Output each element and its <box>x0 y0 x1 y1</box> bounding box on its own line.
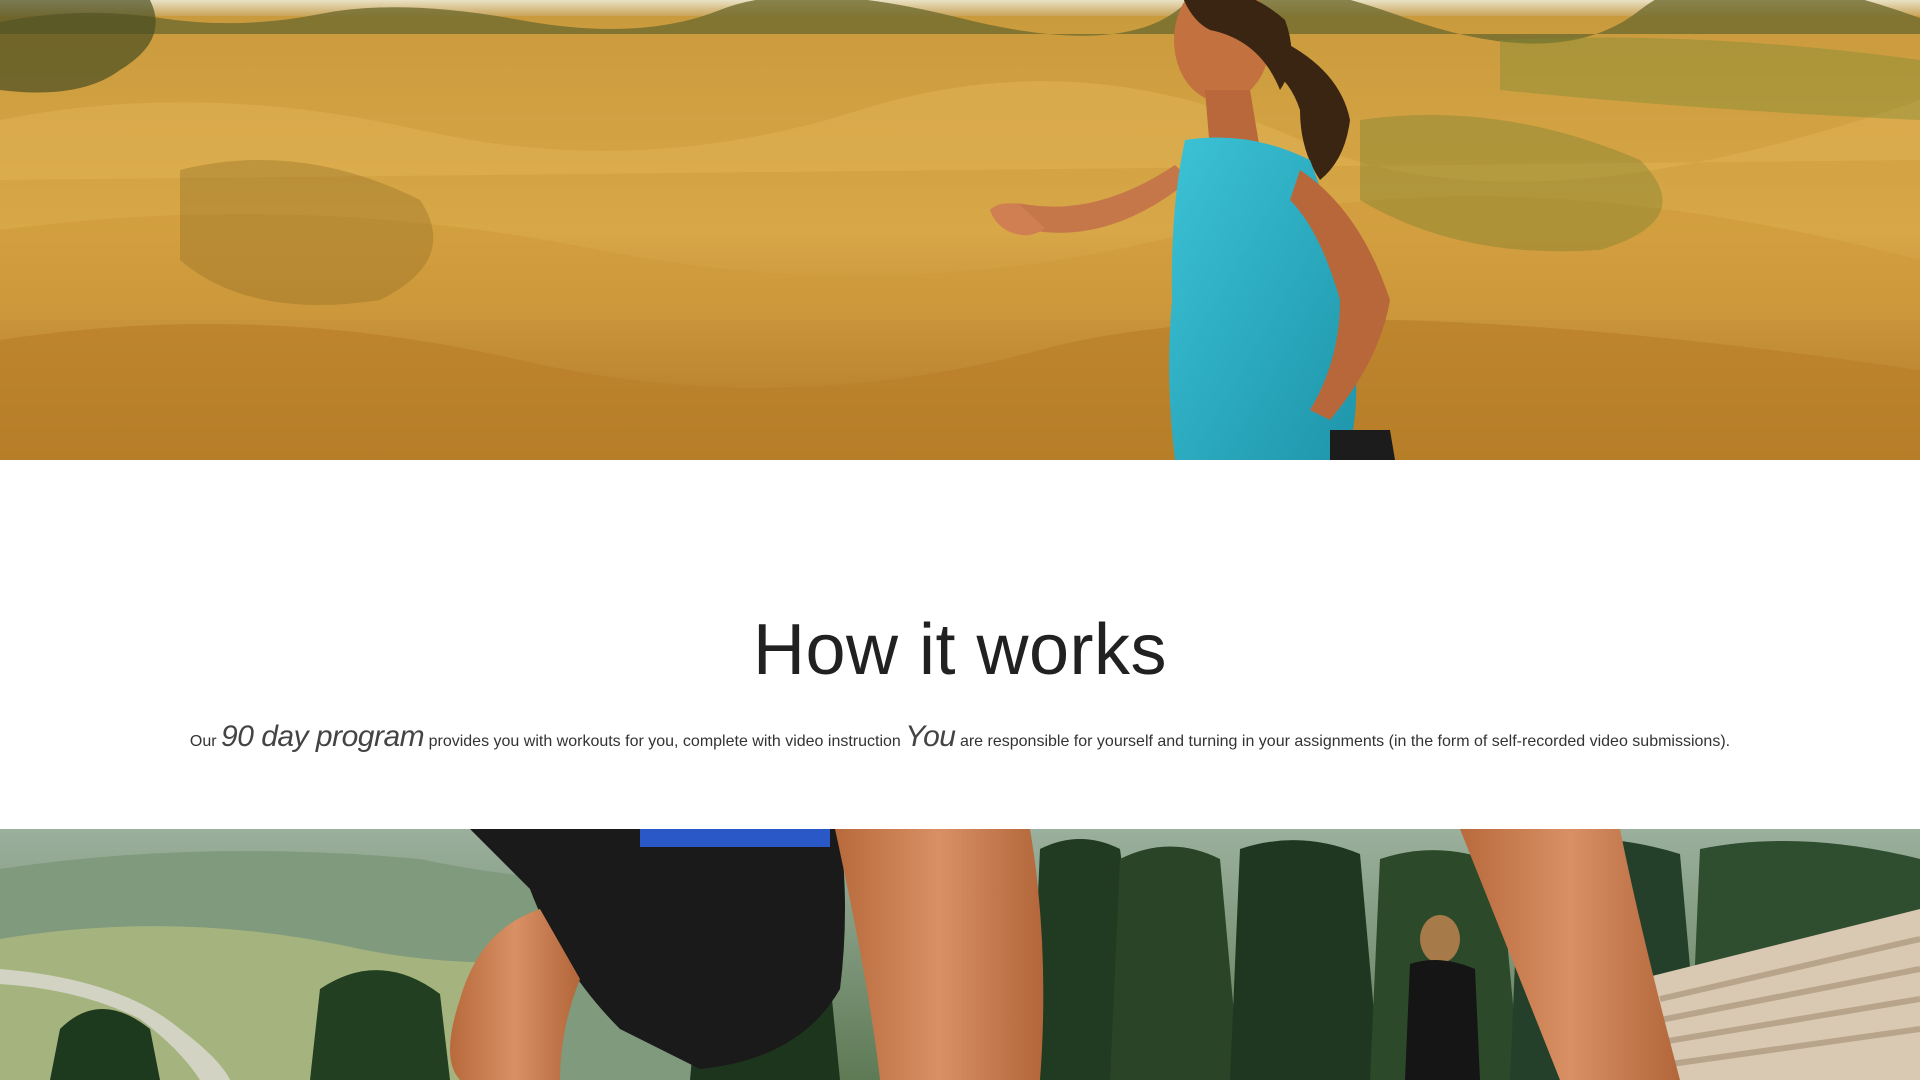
desc-middle: provides you with workouts for you, comp… <box>428 733 901 750</box>
desc-intro: Our <box>189 733 217 750</box>
runner-climbing-stairs-photo-icon <box>0 829 1920 1080</box>
desc-end: are responsible for yourself and turning… <box>959 733 1731 750</box>
how-it-works-description: Our 90 day program provides you with wor… <box>0 720 1920 759</box>
desc-you-emphasis: You <box>905 720 956 753</box>
desc-program-emphasis: 90 day program <box>221 720 425 753</box>
how-it-works-section: How it works Our 90 day program provides… <box>0 460 1920 829</box>
hero-image-runner-field <box>0 0 1920 460</box>
page: How it works Our 90 day program provides… <box>0 0 1920 1080</box>
hero-image-runner-stairs <box>0 829 1920 1080</box>
how-it-works-title: How it works <box>752 610 1168 690</box>
runner-in-field-photo-icon <box>0 0 1920 460</box>
